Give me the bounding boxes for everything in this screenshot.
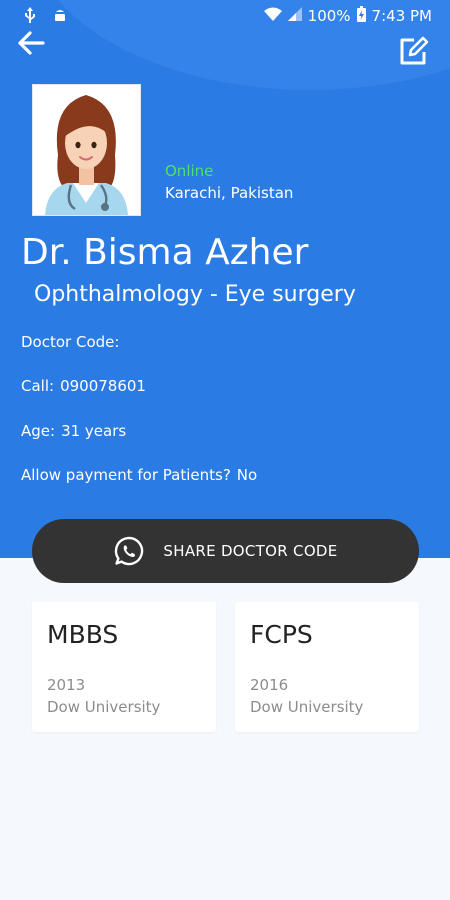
usb-icon bbox=[24, 7, 36, 27]
qualification-card: FCPS 2016 Dow University bbox=[235, 602, 419, 732]
qualification-degree: FCPS bbox=[250, 620, 313, 649]
back-button[interactable] bbox=[16, 30, 48, 58]
online-status: Online bbox=[165, 162, 214, 180]
signal-icon bbox=[287, 7, 302, 25]
doctor-specialty: Ophthalmology - Eye surgery bbox=[34, 282, 356, 307]
doctor-avatar bbox=[32, 84, 141, 216]
payment-value: No bbox=[236, 466, 258, 484]
whatsapp-icon bbox=[115, 536, 144, 566]
clock-time: 7:43 PM bbox=[371, 7, 432, 25]
battery-percent: 100% bbox=[307, 7, 351, 25]
android-debug-icon bbox=[52, 7, 68, 27]
qualification-university: Dow University bbox=[47, 698, 161, 716]
doctor-location: Karachi, Pakistan bbox=[165, 184, 294, 202]
battery-icon bbox=[356, 6, 366, 26]
arrow-left-icon bbox=[18, 31, 45, 55]
call-value[interactable]: 090078601 bbox=[60, 377, 146, 395]
payment-label: Allow payment for Patients? bbox=[21, 466, 231, 484]
qualification-university: Dow University bbox=[250, 698, 364, 716]
doctor-code-row: Doctor Code: bbox=[21, 333, 125, 351]
age-label: Age: bbox=[21, 422, 56, 440]
qualification-year: 2013 bbox=[47, 676, 86, 694]
qualification-degree: MBBS bbox=[47, 620, 119, 649]
payment-row: Allow payment for Patients? No bbox=[21, 466, 257, 484]
call-label: Call: bbox=[21, 377, 55, 395]
edit-icon bbox=[400, 36, 429, 65]
doctor-code-label: Doctor Code: bbox=[21, 333, 120, 351]
qualification-year: 2016 bbox=[250, 676, 289, 694]
share-doctor-code-button[interactable]: SHARE DOCTOR CODE bbox=[32, 519, 419, 583]
share-button-label: SHARE DOCTOR CODE bbox=[163, 542, 338, 560]
age-value: 31 years bbox=[61, 422, 127, 440]
wifi-icon bbox=[263, 7, 282, 25]
status-bar: 100% 7:43 PM bbox=[0, 0, 450, 32]
qualification-card: MBBS 2013 Dow University bbox=[32, 602, 216, 732]
age-row: Age: 31 years bbox=[21, 422, 126, 440]
call-row: Call: 090078601 bbox=[21, 377, 146, 395]
doctor-name: Dr. Bisma Azher bbox=[21, 232, 309, 273]
edit-profile-button[interactable] bbox=[398, 36, 432, 68]
